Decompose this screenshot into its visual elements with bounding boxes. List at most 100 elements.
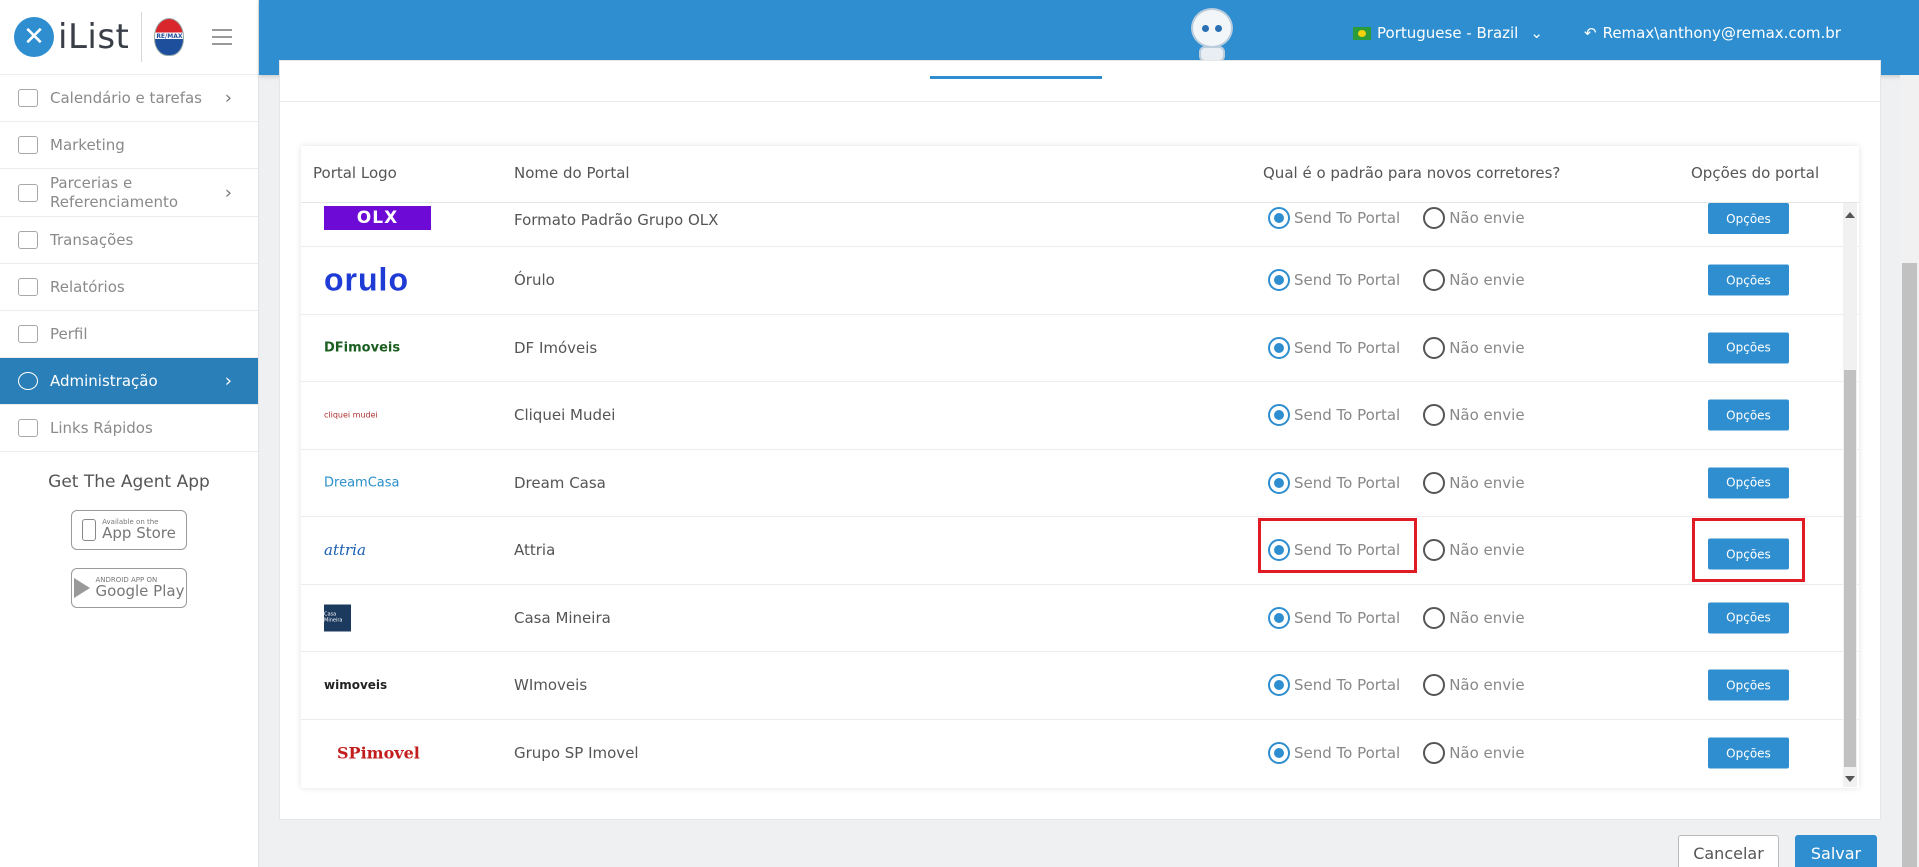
sidebar-item-calendario[interactable]: Calendário e tarefas › bbox=[0, 75, 258, 122]
sidebar: ✕ iList RE/MAX Calendário e tarefas › Ma… bbox=[0, 0, 259, 867]
briefcase-icon bbox=[18, 231, 38, 249]
user-label: Remax\anthony@remax.com.br bbox=[1602, 24, 1841, 42]
header-portal-name: Nome do Portal bbox=[514, 164, 630, 182]
save-button[interactable]: Salvar bbox=[1795, 835, 1877, 867]
default-radio-group: Send To Portal Não envie bbox=[1268, 269, 1525, 292]
opcoes-button[interactable]: Opções bbox=[1708, 467, 1789, 499]
portal-name: Casa Mineira bbox=[514, 608, 611, 627]
portal-name: Attria bbox=[514, 541, 556, 560]
default-radio-group: Send To Portal Não envie bbox=[1268, 404, 1525, 427]
chevron-down-icon: ⌄ bbox=[1530, 24, 1543, 42]
portal-logo: DreamCasa bbox=[324, 475, 400, 491]
language-selector[interactable]: Portuguese - Brazil ⌄ bbox=[1353, 24, 1543, 42]
calendar-icon bbox=[18, 89, 38, 107]
handshake-icon bbox=[18, 183, 38, 202]
nao-envie-radio[interactable]: Não envie bbox=[1423, 269, 1525, 292]
ilist-logo-text: iList bbox=[58, 17, 130, 57]
sidebar-item-label: Perfil bbox=[50, 324, 88, 343]
send-to-portal-radio[interactable]: Send To Portal bbox=[1268, 742, 1400, 765]
cancel-button[interactable]: Cancelar bbox=[1678, 835, 1779, 867]
table-body: OLX Formato Padrão Grupo OLX Send To Por… bbox=[301, 203, 1859, 787]
portal-logo: cliquei mudei bbox=[324, 410, 378, 420]
opcoes-button[interactable]: Opções bbox=[1708, 203, 1789, 234]
scrollbar-thumb[interactable] bbox=[1844, 370, 1856, 767]
highlight-box-send-to-portal bbox=[1258, 518, 1417, 573]
opcoes-button[interactable]: Opções bbox=[1708, 332, 1789, 364]
book-icon bbox=[18, 136, 38, 154]
nao-envie-radio[interactable]: Não envie bbox=[1423, 742, 1525, 765]
table-row: Casa Mineira Casa Mineira Send To Portal… bbox=[301, 585, 1859, 652]
table-scrollbar[interactable] bbox=[1843, 203, 1857, 787]
table-row-attria: attria Attria Send To Portal Não envie O… bbox=[301, 517, 1859, 585]
active-tab-indicator bbox=[930, 76, 1102, 79]
robot-assistant-icon[interactable] bbox=[1187, 8, 1237, 66]
hamburger-menu-icon[interactable] bbox=[212, 29, 233, 45]
sidebar-item-label: Parcerias e Referenciamento bbox=[50, 173, 179, 211]
scroll-down-arrow-icon[interactable] bbox=[1845, 776, 1855, 782]
table-row: cliquei mudei Cliquei Mudei Send To Port… bbox=[301, 382, 1859, 450]
default-radio-group: Send To Portal Não envie bbox=[1268, 606, 1525, 629]
sidebar-item-perfil[interactable]: Perfil bbox=[0, 311, 258, 358]
highlight-box-opcoes bbox=[1692, 518, 1805, 582]
opcoes-button[interactable]: Opções bbox=[1708, 737, 1789, 769]
send-to-portal-radio[interactable]: Send To Portal bbox=[1268, 207, 1400, 229]
sidebar-item-administracao[interactable]: Administração › bbox=[0, 358, 258, 405]
scroll-up-arrow-icon[interactable] bbox=[1845, 212, 1855, 218]
page-scrollbar[interactable] bbox=[1900, 75, 1919, 867]
portal-name: WImoveis bbox=[514, 676, 588, 695]
sidebar-item-transacoes[interactable]: Transações bbox=[0, 217, 258, 264]
brand-divider bbox=[141, 12, 143, 62]
default-radio-group: Send To Portal Não envie bbox=[1268, 336, 1525, 359]
portal-logo: wimoveis bbox=[324, 678, 388, 693]
send-to-portal-radio[interactable]: Send To Portal bbox=[1268, 606, 1400, 629]
send-to-portal-radio[interactable]: Send To Portal bbox=[1268, 404, 1400, 427]
send-to-portal-radio[interactable]: Send To Portal bbox=[1268, 674, 1400, 697]
opcoes-button[interactable]: Opções bbox=[1708, 399, 1789, 431]
portal-table: Portal Logo Nome do Portal Qual é o padr… bbox=[301, 146, 1859, 788]
sidebar-item-relatorios[interactable]: Relatórios bbox=[0, 264, 258, 311]
portal-logo: attria bbox=[324, 541, 366, 560]
header-portal-logo: Portal Logo bbox=[313, 164, 397, 182]
nao-envie-radio[interactable]: Não envie bbox=[1423, 207, 1525, 229]
nao-envie-radio[interactable]: Não envie bbox=[1423, 539, 1525, 562]
portal-name: Grupo SP Imovel bbox=[514, 744, 639, 763]
remax-logo-icon: RE/MAX bbox=[154, 18, 185, 56]
nao-envie-radio[interactable]: Não envie bbox=[1423, 336, 1525, 359]
table-row: DFimoveis DF Imóveis Send To Portal Não … bbox=[301, 315, 1859, 382]
send-to-portal-radio[interactable]: Send To Portal bbox=[1268, 336, 1400, 359]
nao-envie-radio[interactable]: Não envie bbox=[1423, 674, 1525, 697]
sidebar-item-links-rapidos[interactable]: Links Rápidos bbox=[0, 405, 258, 452]
ilist-logo-icon: ✕ bbox=[14, 17, 54, 57]
header-options: Opções do portal bbox=[1691, 164, 1820, 182]
nao-envie-radio[interactable]: Não envie bbox=[1423, 404, 1525, 427]
sidebar-item-label: Marketing bbox=[50, 135, 125, 154]
table-row: DreamCasa Dream Casa Send To Portal Não … bbox=[301, 450, 1859, 517]
sidebar-item-marketing[interactable]: Marketing bbox=[0, 122, 258, 169]
user-icon bbox=[18, 325, 38, 343]
portal-name: Órulo bbox=[514, 271, 555, 290]
opcoes-button[interactable]: Opções bbox=[1708, 602, 1789, 634]
sidebar-item-label: Administração bbox=[50, 371, 158, 390]
nao-envie-radio[interactable]: Não envie bbox=[1423, 606, 1525, 629]
chevron-right-icon: › bbox=[224, 87, 232, 109]
google-play-badge[interactable]: ANDROID APP ON Google Play bbox=[71, 568, 187, 608]
sidebar-item-parcerias[interactable]: Parcerias e Referenciamento › bbox=[0, 169, 258, 217]
table-row: OLX Formato Padrão Grupo OLX Send To Por… bbox=[301, 203, 1859, 247]
user-menu[interactable]: ↶ Remax\anthony@remax.com.br bbox=[1584, 24, 1841, 42]
opcoes-button[interactable]: Opções bbox=[1708, 264, 1789, 296]
sidebar-item-label: Transações bbox=[50, 230, 134, 249]
page-scrollbar-thumb[interactable] bbox=[1902, 263, 1917, 867]
main-panel: Portal Logo Nome do Portal Qual é o padr… bbox=[279, 60, 1881, 820]
send-to-portal-radio[interactable]: Send To Portal bbox=[1268, 471, 1400, 494]
sidebar-item-label: Links Rápidos bbox=[50, 418, 153, 437]
send-to-portal-radio[interactable]: Send To Portal bbox=[1268, 269, 1400, 292]
panel-divider bbox=[280, 101, 1880, 102]
portal-logo: OLX bbox=[324, 206, 431, 230]
app-store-badge[interactable]: Available on the App Store bbox=[71, 510, 187, 550]
opcoes-button[interactable]: Opções bbox=[1708, 669, 1789, 701]
phone-icon bbox=[82, 519, 97, 541]
nao-envie-radio[interactable]: Não envie bbox=[1423, 471, 1525, 494]
portal-logo: SPimovel bbox=[337, 743, 420, 763]
agent-app-title: Get The Agent App bbox=[48, 472, 210, 492]
gear-icon bbox=[18, 372, 38, 390]
